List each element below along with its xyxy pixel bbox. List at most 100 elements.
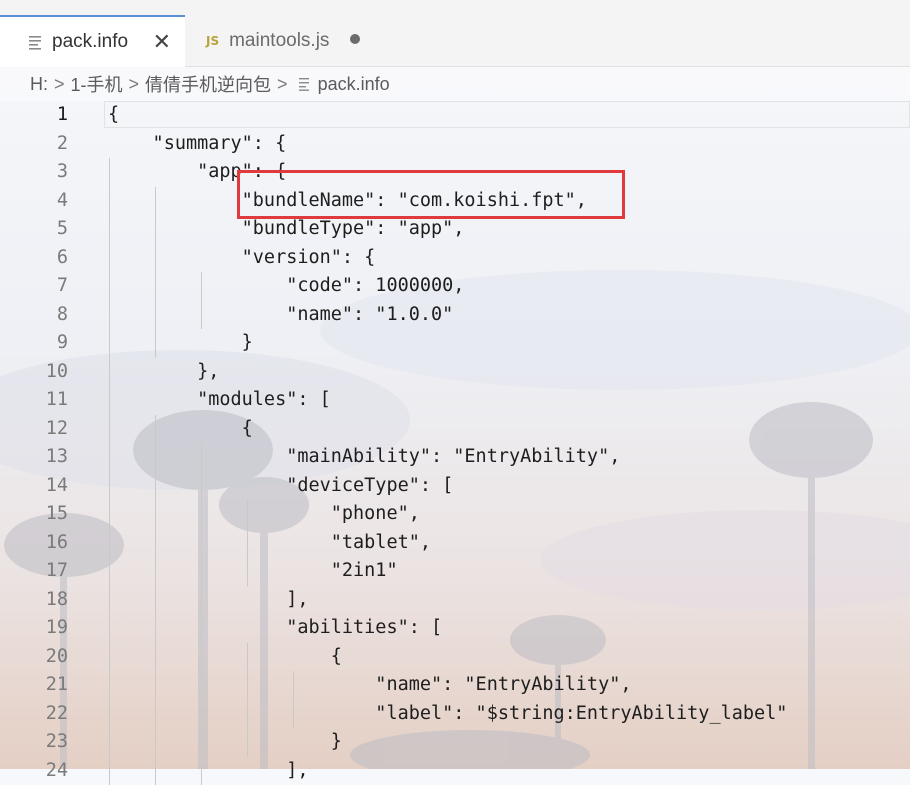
code-line[interactable]: 15 "phone", <box>0 500 910 529</box>
indent-guide <box>201 643 202 672</box>
code-line[interactable]: 20 { <box>0 643 910 672</box>
indent-guide <box>155 586 156 615</box>
line-number: 10 <box>0 358 68 387</box>
code-line[interactable]: 2 "summary": { <box>0 130 910 159</box>
editor-tab-bar: pack.info ✕ JS maintools.js <box>0 0 910 67</box>
line-number: 4 <box>0 187 68 216</box>
indent-guide <box>109 671 110 700</box>
indent-guide <box>201 472 202 501</box>
file-lines-icon <box>28 34 42 50</box>
code-text[interactable]: "tablet", <box>108 529 431 558</box>
tab-maintools-js[interactable]: JS maintools.js <box>186 15 376 67</box>
close-icon[interactable]: ✕ <box>153 31 171 53</box>
code-line[interactable]: 8 "name": "1.0.0" <box>0 301 910 330</box>
indent-guide <box>155 614 156 643</box>
line-number: 6 <box>0 244 68 273</box>
code-text[interactable]: "name": "1.0.0" <box>108 301 453 330</box>
code-text[interactable]: "2in1" <box>108 557 398 586</box>
code-text[interactable]: { <box>108 643 342 672</box>
breadcrumb-item-folder[interactable]: 1-手机 <box>71 71 123 97</box>
code-text[interactable]: "bundleType": "app", <box>108 215 464 244</box>
code-text[interactable]: }, <box>108 358 219 387</box>
indent-guide <box>155 757 156 785</box>
indent-guide <box>155 329 156 358</box>
indent-guide <box>247 557 248 586</box>
indent-guide <box>247 529 248 558</box>
code-line[interactable]: 9 } <box>0 329 910 358</box>
code-line[interactable]: 22 "label": "$string:EntryAbility_label" <box>0 700 910 729</box>
code-text[interactable]: ], <box>108 757 308 785</box>
line-number: 20 <box>0 643 68 672</box>
code-line[interactable]: 21 "name": "EntryAbility", <box>0 671 910 700</box>
code-line[interactable]: 23 } <box>0 728 910 757</box>
indent-guide <box>201 301 202 330</box>
indent-guide <box>247 500 248 529</box>
code-text[interactable]: "abilities": [ <box>108 614 442 643</box>
line-number: 5 <box>0 215 68 244</box>
indent-guide <box>109 700 110 729</box>
code-line[interactable]: 5 "bundleType": "app", <box>0 215 910 244</box>
code-text[interactable]: "version": { <box>108 244 375 273</box>
code-line[interactable]: 11 "modules": [ <box>0 386 910 415</box>
indent-guide <box>109 614 110 643</box>
indent-guide <box>155 671 156 700</box>
code-text[interactable]: "name": "EntryAbility", <box>108 671 631 700</box>
line-number: 15 <box>0 500 68 529</box>
indent-guide <box>155 187 156 216</box>
unsaved-dot-icon[interactable] <box>350 34 360 44</box>
line-number: 22 <box>0 700 68 729</box>
indent-guide <box>201 272 202 301</box>
code-line[interactable]: 17 "2in1" <box>0 557 910 586</box>
line-number: 7 <box>0 272 68 301</box>
code-text[interactable]: { <box>108 101 119 130</box>
breadcrumb-item-subfolder[interactable]: 倩倩手机逆向包 <box>145 71 271 97</box>
indent-guide <box>109 443 110 472</box>
code-line[interactable]: 10 }, <box>0 358 910 387</box>
code-line[interactable]: 14 "deviceType": [ <box>0 472 910 501</box>
code-line[interactable]: 18 ], <box>0 586 910 615</box>
code-line[interactable]: 1{ <box>0 101 910 130</box>
indent-guide <box>155 557 156 586</box>
code-text[interactable]: "deviceType": [ <box>108 472 453 501</box>
indent-guide <box>201 443 202 472</box>
breadcrumb-item-file[interactable]: pack.info <box>318 74 390 95</box>
code-text[interactable]: ], <box>108 586 308 615</box>
line-number: 17 <box>0 557 68 586</box>
indent-guide <box>109 757 110 785</box>
indent-guide <box>155 244 156 273</box>
code-text[interactable]: "mainAbility": "EntryAbility", <box>108 443 620 472</box>
indent-guide <box>155 301 156 330</box>
code-line[interactable]: 7 "code": 1000000, <box>0 272 910 301</box>
code-text[interactable]: { <box>108 415 253 444</box>
code-text[interactable]: "summary": { <box>108 130 286 159</box>
breadcrumb-item-drive[interactable]: H: <box>30 74 48 95</box>
code-text[interactable]: } <box>108 329 253 358</box>
indent-guide <box>201 700 202 729</box>
line-number: 18 <box>0 586 68 615</box>
indent-guide <box>201 586 202 615</box>
code-text[interactable]: "code": 1000000, <box>108 272 464 301</box>
indent-guide <box>201 557 202 586</box>
line-number: 12 <box>0 415 68 444</box>
code-text[interactable]: "modules": [ <box>108 386 331 415</box>
code-line[interactable]: 19 "abilities": [ <box>0 614 910 643</box>
line-number: 11 <box>0 386 68 415</box>
code-line[interactable]: 12 { <box>0 415 910 444</box>
code-line[interactable]: 13 "mainAbility": "EntryAbility", <box>0 443 910 472</box>
breadcrumb-separator: > <box>129 74 140 95</box>
indent-guide <box>109 386 110 415</box>
breadcrumb-separator: > <box>277 74 288 95</box>
indent-guide <box>109 557 110 586</box>
code-line[interactable]: 6 "version": { <box>0 244 910 273</box>
line-number: 2 <box>0 130 68 159</box>
code-text[interactable]: "label": "$string:EntryAbility_label" <box>108 700 787 729</box>
indent-guide <box>109 158 110 187</box>
code-line[interactable]: 16 "tablet", <box>0 529 910 558</box>
line-number: 14 <box>0 472 68 501</box>
tab-label: pack.info <box>52 31 128 53</box>
code-line[interactable]: 24 ], <box>0 757 910 785</box>
code-text[interactable]: } <box>108 728 342 757</box>
file-lines-icon <box>298 77 310 91</box>
tab-pack-info[interactable]: pack.info ✕ <box>0 15 185 67</box>
line-number: 8 <box>0 301 68 330</box>
